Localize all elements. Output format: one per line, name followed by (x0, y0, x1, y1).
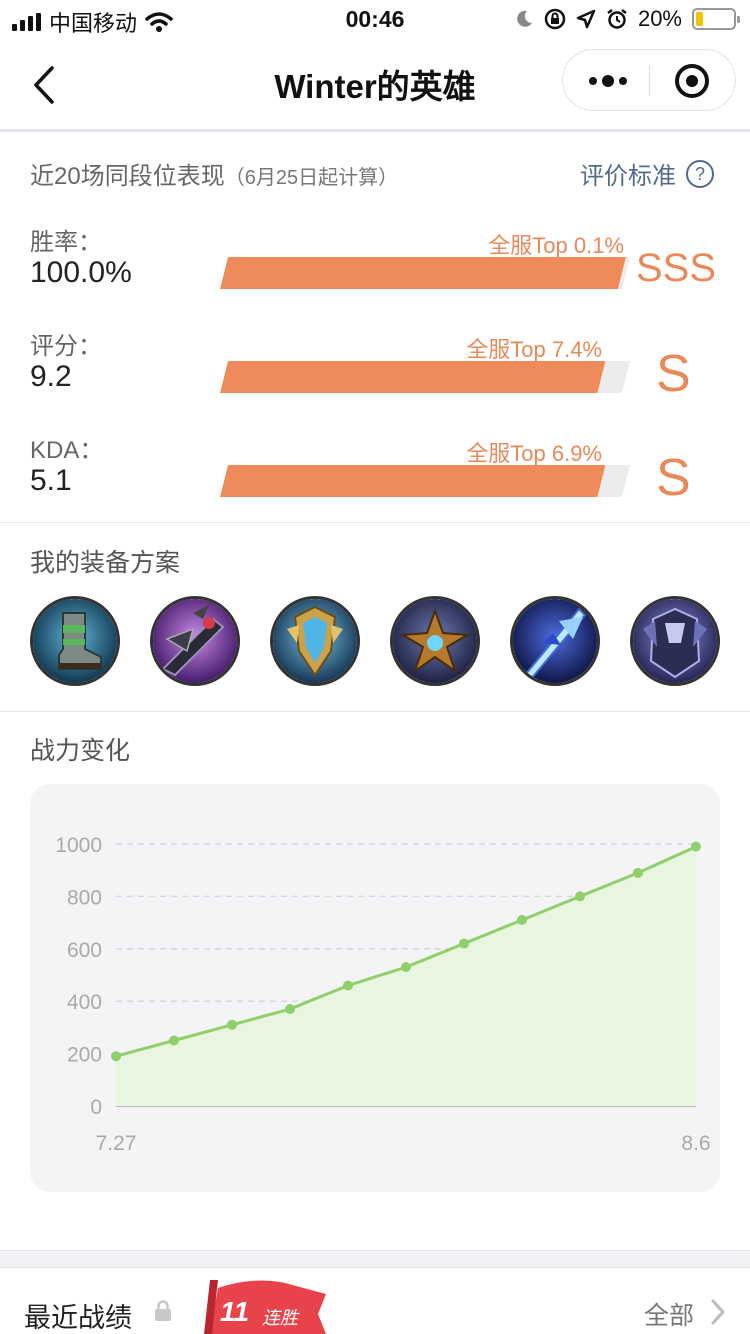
grade-score: S (656, 345, 691, 403)
location-arrow-icon (576, 9, 596, 29)
data-point (343, 980, 353, 991)
navigation-bar: Winter的英雄 (0, 40, 750, 130)
grade-kda: S (656, 449, 691, 507)
dark-armor-icon[interactable] (630, 596, 720, 686)
progress-track-score (220, 361, 630, 393)
performance-title: 近20场同段位表现 (30, 163, 225, 190)
alarm-icon (607, 9, 627, 29)
nav-divider (0, 129, 750, 132)
criteria-label: 评价标准 (580, 163, 676, 190)
spiked-crest-icon[interactable] (390, 596, 480, 686)
progress-bar-kda (220, 465, 605, 497)
battery-icon (692, 8, 740, 30)
stat-label-kda: KDA： (30, 437, 104, 464)
x-tick-label: 7.27 (96, 1132, 137, 1155)
x-tick-label: 8.6 (681, 1132, 710, 1155)
criteria-link[interactable]: 评价标准 ? (580, 156, 714, 191)
equipment-heading: 我的装备方案 (30, 549, 181, 577)
stat-value-kda: 5.1 (30, 464, 72, 497)
equipment-list (30, 596, 720, 688)
golden-shield-icon[interactable] (270, 596, 360, 686)
streak-count: 11 (220, 1296, 250, 1327)
dark-blade-icon[interactable] (150, 596, 240, 686)
progress-bar-score (220, 361, 605, 393)
boots-icon[interactable] (30, 596, 120, 686)
data-point (459, 938, 469, 949)
capsule-divider (649, 66, 650, 96)
data-point (575, 891, 585, 902)
stat-label-winrate: 胜率： (30, 229, 102, 256)
data-point (517, 914, 527, 925)
power-chart-card: 0 200 400 600 800 1000 7.27 8.6 (30, 784, 720, 1192)
help-question-icon: ? (686, 159, 714, 188)
chevron-right-icon[interactable] (710, 1298, 726, 1326)
battery-percent: 20% (637, 6, 682, 31)
y-tick-label: 800 (67, 886, 102, 909)
data-point (633, 867, 643, 878)
rank-score: 全服Top 7.4% (466, 337, 602, 362)
y-tick-label: 1000 (55, 834, 102, 857)
grade-winrate: SSS (636, 246, 717, 290)
progress-track-winrate (220, 257, 630, 289)
data-point (285, 1004, 295, 1015)
rotation-lock-icon (544, 8, 566, 30)
section-divider (0, 711, 750, 712)
data-point (401, 962, 411, 973)
win-streak-badge: 11 连胜 (200, 1274, 330, 1334)
streak-label: 连胜 (262, 1308, 298, 1328)
y-tick-label: 600 (67, 939, 102, 962)
data-point (169, 1035, 179, 1046)
view-all-link[interactable]: 全部 (644, 1296, 694, 1332)
ice-spear-icon[interactable] (510, 596, 600, 686)
performance-heading: 近20场同段位表现（6月25日起计算） (30, 156, 398, 191)
close-target-icon[interactable] (675, 64, 709, 98)
section-gap (0, 1250, 750, 1268)
progress-bar-winrate (220, 257, 626, 289)
data-point (111, 1051, 121, 1062)
rank-winrate: 全服Top 0.1% (488, 233, 624, 258)
performance-subtitle: （6月25日起计算） (224, 167, 399, 189)
miniprogram-capsule (562, 49, 736, 111)
section-divider (0, 522, 750, 523)
lock-icon (155, 1300, 171, 1321)
more-dots-icon[interactable] (589, 69, 629, 93)
power-chart: 0 200 400 600 800 1000 7.27 8.6 (55, 834, 710, 1155)
y-tick-label: 0 (90, 1096, 102, 1119)
rank-kda: 全服Top 6.9% (466, 441, 602, 466)
moon-icon (517, 10, 532, 27)
y-tick-label: 400 (67, 991, 102, 1014)
power-heading: 战力变化 (30, 737, 131, 765)
stat-value-score: 9.2 (30, 360, 72, 393)
stat-value-winrate: 100.0% (30, 256, 132, 289)
status-bar: 中国移动 00:46 20% (0, 0, 750, 40)
data-point (691, 841, 701, 852)
data-point (227, 1019, 237, 1030)
recent-heading: 最近战绩 (24, 1303, 132, 1333)
stat-label-score: 评分： (30, 333, 102, 360)
progress-track-kda (220, 465, 630, 497)
y-tick-label: 200 (67, 1044, 102, 1067)
